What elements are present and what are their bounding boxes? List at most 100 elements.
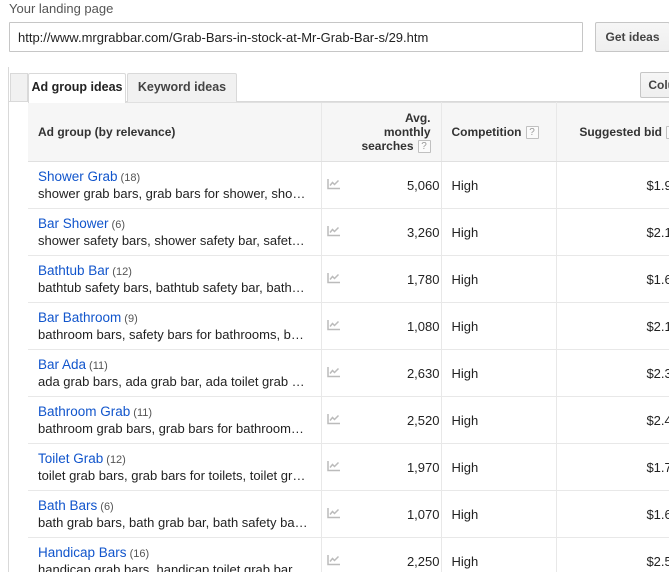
cell-ad-group: Toilet Grab (12) toilet grab bars, grab ba…: [28, 443, 321, 492]
table-row[interactable]: Bathroom Grab (11) bathroom grab bars, gra…: [28, 396, 669, 445]
ad-group-link[interactable]: Toilet Grab: [38, 451, 103, 466]
table-row[interactable]: Shower Grab (18) shower grab bars, grab ba…: [28, 161, 669, 210]
cell-sparkline[interactable]: [320, 396, 347, 445]
ad-group-keyword-count: (18): [120, 172, 141, 185]
columns-dropdown-button[interactable]: Columns: [640, 72, 669, 98]
landing-page-url-row: Get ideas Save: [9, 22, 669, 52]
cell-competition: High: [441, 490, 557, 539]
tab-ad-group-ideas[interactable]: Ad group ideas: [28, 73, 126, 103]
cell-sparkline[interactable]: [320, 490, 347, 539]
ad-group-keywords: bathtub safety bars, bathtub safety bar,…: [38, 280, 305, 296]
cell-sparkline[interactable]: [320, 349, 347, 398]
sparkline-icon[interactable]: [327, 507, 341, 522]
table-header: Ad group (by relevance) Avg. monthly sea…: [28, 101, 669, 163]
cell-competition: High: [441, 161, 557, 210]
ad-group-keyword-count: (11): [133, 407, 153, 420]
sparkline-icon[interactable]: [327, 272, 341, 287]
cell-competition: High: [441, 302, 557, 351]
cell-sparkline[interactable]: [320, 161, 347, 210]
cell-suggested-bid: $2.13: [556, 302, 669, 351]
ad-group-keywords: toilet grab bars, grab bars for toilets,…: [38, 468, 306, 484]
cell-ad-group: Handicap Bars (16) handicap grab bars, han…: [28, 537, 321, 572]
landing-page-url-input[interactable]: [9, 22, 583, 52]
column-header-competition[interactable]: Competition?: [441, 101, 557, 163]
cell-sparkline[interactable]: [320, 443, 347, 492]
cell-ad-group: Bar Shower (6) shower safety bars, shower …: [28, 208, 321, 257]
cell-suggested-bid: $1.73: [556, 443, 669, 492]
ad-group-keyword-count: (6): [100, 501, 114, 514]
cell-sparkline[interactable]: [320, 302, 347, 351]
ad-group-link[interactable]: Bar Ada: [38, 357, 86, 372]
ad-group-link[interactable]: Shower Grab: [38, 169, 118, 184]
column-header-suggested-bid-label: Suggested bid: [579, 125, 662, 139]
ad-group-ideas-table: Ad group (by relevance) Avg. monthly sea…: [28, 101, 669, 572]
ad-group-keyword-count: (9): [124, 313, 138, 326]
ad-group-link[interactable]: Bathtub Bar: [38, 263, 109, 278]
cell-sparkline[interactable]: [320, 255, 347, 304]
table-header-row: Ad group (by relevance) Avg. monthly sea…: [28, 101, 669, 163]
columns-dropdown-label: Columns: [648, 78, 669, 92]
ad-group-link[interactable]: Bathroom Grab: [38, 404, 130, 419]
cell-avg-monthly-searches: 1,080: [347, 302, 442, 351]
sparkline-icon[interactable]: [327, 366, 341, 381]
sparkline-icon[interactable]: [327, 319, 341, 334]
help-icon-competition[interactable]: ?: [525, 126, 539, 140]
column-header-suggested-bid[interactable]: Suggested bid?: [556, 101, 669, 163]
column-header-sparkline: [320, 101, 347, 163]
cell-avg-monthly-searches: 2,520: [347, 396, 442, 445]
sparkline-icon[interactable]: [327, 460, 341, 475]
ad-group-link[interactable]: Bar Shower: [38, 216, 109, 231]
table-row[interactable]: Bar Ada (11) ada grab bars, ada grab bar, …: [28, 349, 669, 398]
column-header-competition-label: Competition: [451, 125, 522, 139]
cell-ad-group: Shower Grab (18) shower grab bars, grab ba…: [28, 161, 321, 210]
cell-ad-group: Bar Bathroom (9) bathroom bars, safety bar…: [28, 302, 321, 351]
ideas-table-wrapper: Ad group (by relevance) Avg. monthly sea…: [28, 101, 669, 572]
cell-suggested-bid: $1.96: [556, 161, 669, 210]
cell-competition: High: [441, 443, 557, 492]
table-row[interactable]: Bath Bars (6) bath grab bars, bath grab ba…: [28, 490, 669, 539]
column-header-avg-monthly-searches-line2: searches: [361, 139, 414, 153]
landing-page-label: Your landing page: [9, 1, 114, 16]
cell-competition: High: [441, 537, 557, 572]
cell-suggested-bid: $2.45: [556, 396, 669, 445]
sparkline-icon[interactable]: [327, 413, 341, 428]
cell-ad-group: Bar Ada (11) ada grab bars, ada grab bar, …: [28, 349, 321, 398]
sparkline-icon[interactable]: [327, 178, 341, 193]
cell-ad-group: Bath Bars (6) bath grab bars, bath grab ba…: [28, 490, 321, 539]
cell-sparkline[interactable]: [320, 208, 347, 257]
ad-group-link[interactable]: Bath Bars: [38, 498, 97, 513]
cell-suggested-bid: $1.68: [556, 490, 669, 539]
column-header-avg-monthly-searches[interactable]: Avg. monthly searches?: [347, 101, 442, 163]
ad-group-link[interactable]: Handicap Bars: [38, 545, 127, 560]
cell-sparkline[interactable]: [320, 537, 347, 572]
table-row[interactable]: Handicap Bars (16) handicap grab bars, han…: [28, 537, 669, 572]
ad-group-link[interactable]: Bar Bathroom: [38, 310, 121, 325]
cell-competition: High: [441, 255, 557, 304]
cell-avg-monthly-searches: 5,060: [347, 161, 442, 210]
sparkline-icon[interactable]: [327, 225, 341, 240]
sparkline-icon[interactable]: [327, 554, 341, 569]
tab-strip-gutter: [10, 73, 28, 101]
ad-group-keyword-count: (6): [111, 219, 125, 232]
ad-group-keywords: bathroom bars, safety bars for bathrooms…: [38, 327, 304, 343]
ad-group-keywords: bath grab bars, bath grab bar, bath safe…: [38, 515, 308, 531]
cell-ad-group: Bathroom Grab (11) bathroom grab bars, gra…: [28, 396, 321, 445]
cell-avg-monthly-searches: 1,970: [347, 443, 442, 492]
help-icon-avg-monthly-searches[interactable]: ?: [417, 140, 431, 154]
keyword-planner-results-page: Your landing page Get ideas Save Ad grou…: [0, 0, 669, 572]
cell-ad-group: Bathtub Bar (12) bathtub safety bars, bath…: [28, 255, 321, 304]
ideas-panel: Ad group ideas Keyword ideas Columns: [8, 67, 669, 572]
ad-group-keywords: ada grab bars, ada grab bar, ada toilet …: [38, 374, 305, 390]
table-row[interactable]: Bar Shower (6) shower safety bars, shower …: [28, 208, 669, 257]
cell-avg-monthly-searches: 3,260: [347, 208, 442, 257]
column-header-ad-group[interactable]: Ad group (by relevance): [28, 101, 321, 163]
cell-competition: High: [441, 208, 557, 257]
table-row[interactable]: Toilet Grab (12) toilet grab bars, grab ba…: [28, 443, 669, 492]
cell-suggested-bid: $2.54: [556, 537, 669, 572]
ad-group-keywords: shower grab bars, grab bars for shower, …: [38, 186, 306, 202]
table-row[interactable]: Bar Bathroom (9) bathroom bars, safety bar…: [28, 302, 669, 351]
tab-strip: Ad group ideas Keyword ideas Columns: [9, 67, 669, 103]
table-row[interactable]: Bathtub Bar (12) bathtub safety bars, bath…: [28, 255, 669, 304]
tab-keyword-ideas[interactable]: Keyword ideas: [127, 73, 237, 102]
get-ideas-button[interactable]: Get ideas: [595, 22, 669, 52]
